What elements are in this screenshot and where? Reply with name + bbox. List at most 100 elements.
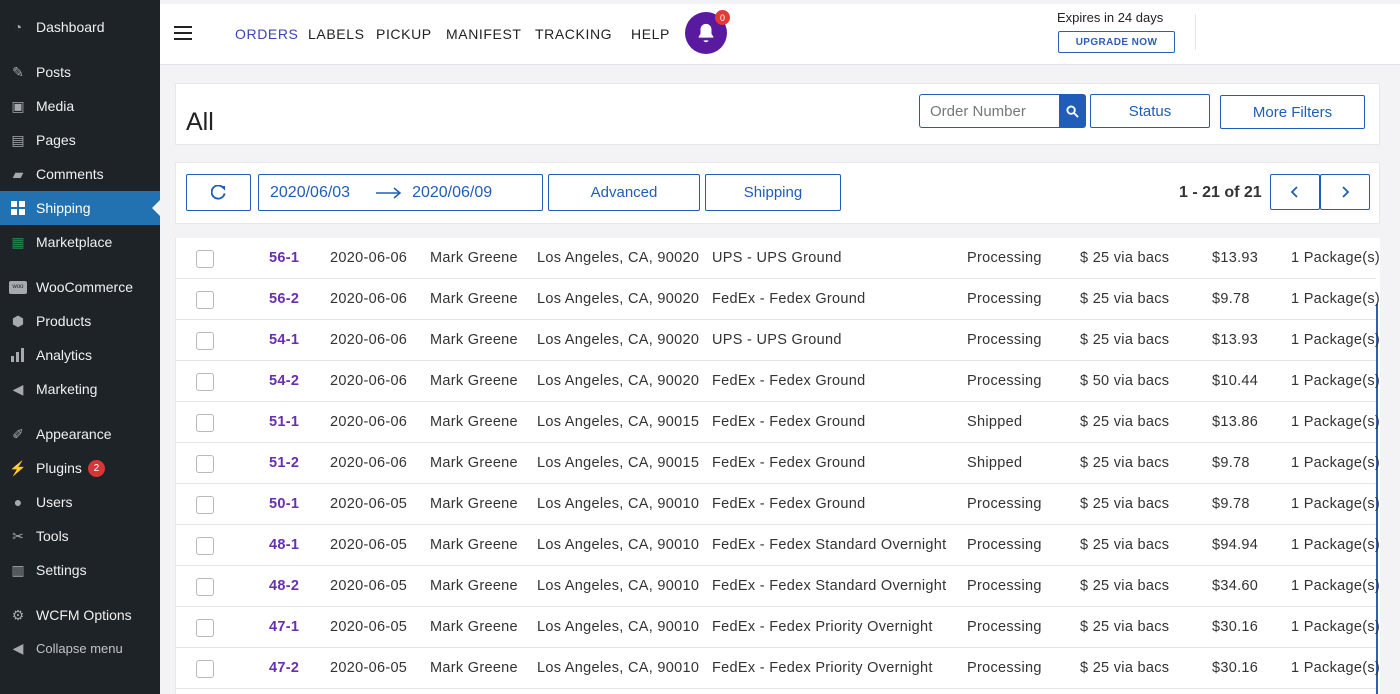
order-id[interactable]: 54-1 [269, 332, 299, 348]
table-row[interactable]: 51-2 2020-06-06 Mark Greene Los Angeles, CA… [176, 443, 1380, 484]
customer-name: Mark Greene [430, 250, 518, 266]
customer-name: Mark Greene [430, 578, 518, 594]
sidebar-item-plugins[interactable]: ⚡ Plugins 2 [0, 451, 160, 485]
sidebar-item-label: Dashboard [36, 19, 105, 35]
sidebar-item-pages[interactable]: ▤ Pages [0, 123, 160, 157]
carrier-service: FedEx - Fedex Ground [712, 291, 866, 307]
status-filter-button[interactable]: Status [1090, 94, 1210, 128]
order-date: 2020-06-06 [330, 455, 408, 471]
prev-page-button[interactable] [1270, 174, 1320, 210]
gear-icon: ⚙ [11, 606, 25, 623]
wrench-icon: ✂ [12, 527, 24, 544]
package-count: 1 Package(s) [1291, 250, 1380, 266]
order-id[interactable]: 48-1 [269, 537, 299, 553]
nav-labels[interactable]: LABELS [308, 26, 365, 42]
sidebar-item-label: Comments [36, 166, 104, 182]
table-row[interactable]: 47-2 2020-06-05 Mark Greene Los Angeles, CA… [176, 648, 1380, 689]
nav-help[interactable]: HELP [631, 26, 670, 42]
sidebar-item-comments[interactable]: ▰ Comments [0, 157, 160, 191]
package-count: 1 Package(s) [1291, 373, 1380, 389]
row-checkbox[interactable] [196, 332, 214, 350]
sidebar-item-dashboard[interactable]: ◔ Dashboard [0, 10, 160, 44]
row-checkbox[interactable] [196, 578, 214, 596]
plug-icon: ⚡ [9, 459, 27, 476]
sidebar-item-label: Pages [36, 132, 76, 148]
sidebar-item-marketplace[interactable]: ▦ Marketplace [0, 225, 160, 259]
customer-name: Mark Greene [430, 373, 518, 389]
table-row[interactable]: 50-1 2020-06-05 Mark Greene Los Angeles, CA… [176, 484, 1380, 525]
order-id[interactable]: 47-2 [269, 660, 299, 676]
sidebar-item-users[interactable]: ● Users [0, 485, 160, 519]
row-checkbox[interactable] [196, 660, 214, 678]
menu-icon[interactable] [174, 26, 192, 40]
sidebar-item-marketing[interactable]: ◀ Marketing [0, 372, 160, 406]
collapse-menu-button[interactable]: ◀ Collapse menu [0, 631, 160, 665]
sidebar-item-label: Settings [36, 562, 87, 578]
sidebar-item-label: Shipping [36, 200, 91, 216]
order-id[interactable]: 48-2 [269, 578, 299, 594]
table-row[interactable]: 56-2 2020-06-06 Mark Greene Los Angeles, CA… [176, 279, 1380, 320]
sidebar-item-appearance[interactable]: ✐ Appearance [0, 417, 160, 451]
table-row[interactable]: 56-1 2020-06-06 Mark Greene Los Angeles, CA… [176, 238, 1380, 279]
refresh-button[interactable] [186, 174, 251, 211]
nav-manifest[interactable]: MANIFEST [446, 26, 522, 42]
row-checkbox[interactable] [196, 455, 214, 473]
more-filters-button[interactable]: More Filters [1220, 95, 1365, 129]
sidebar-item-woocommerce[interactable]: woo WooCommerce [0, 270, 160, 304]
order-date: 2020-06-05 [330, 578, 408, 594]
order-date: 2020-06-05 [330, 619, 408, 635]
order-id[interactable]: 50-1 [269, 496, 299, 512]
marketplace-icon: ▦ [11, 233, 25, 250]
table-row[interactable]: 54-2 2020-06-06 Mark Greene Los Angeles, CA… [176, 361, 1380, 402]
table-row[interactable]: 48-1 2020-06-05 Mark Greene Los Angeles, CA… [176, 525, 1380, 566]
order-number-input[interactable] [919, 94, 1059, 128]
sidebar-item-posts[interactable]: ✎ Posts [0, 55, 160, 89]
carrier-service: FedEx - Fedex Ground [712, 373, 866, 389]
sidebar-item-media[interactable]: ▣ Media [0, 89, 160, 123]
ship-address: Los Angeles, CA, 90015 [537, 455, 700, 471]
box-icon: ⬢ [11, 312, 25, 329]
carrier-service: FedEx - Fedex Standard Overnight [712, 578, 947, 594]
row-checkbox[interactable] [196, 373, 214, 391]
table-row[interactable]: 48-2 2020-06-05 Mark Greene Los Angeles, CA… [176, 566, 1380, 607]
sidebar-item-products[interactable]: ⬢ Products [0, 304, 160, 338]
next-page-button[interactable] [1320, 174, 1370, 210]
order-id[interactable]: 47-1 [269, 619, 299, 635]
shipping-button[interactable]: Shipping [705, 174, 841, 211]
order-id[interactable]: 56-1 [269, 250, 299, 266]
row-checkbox[interactable] [196, 250, 214, 268]
order-id[interactable]: 51-2 [269, 455, 299, 471]
table-row[interactable]: 47-1 2020-06-05 Mark Greene Los Angeles, CA… [176, 607, 1380, 648]
pages-icon: ▤ [11, 131, 25, 148]
sidebar-item-tools[interactable]: ✂ Tools [0, 519, 160, 553]
chevron-right-icon [1342, 186, 1350, 198]
row-checkbox[interactable] [196, 496, 214, 514]
sidebar-item-shipping[interactable]: Shipping [0, 191, 160, 225]
order-status: Shipped [967, 414, 1023, 430]
sidebar-item-analytics[interactable]: Analytics [0, 338, 160, 372]
sidebar-item-settings[interactable]: ▥ Settings [0, 553, 160, 587]
sidebar-item-wcfm-options[interactable]: ⚙ WCFM Options [0, 598, 160, 632]
search-button[interactable] [1059, 94, 1086, 128]
nav-tracking[interactable]: TRACKING [535, 26, 612, 42]
table-row[interactable]: 54-1 2020-06-06 Mark Greene Los Angeles, CA… [176, 320, 1380, 361]
shipping-cost: $30.16 [1212, 660, 1259, 676]
upgrade-now-button[interactable]: UPGRADE NOW [1058, 31, 1175, 53]
order-id[interactable]: 54-2 [269, 373, 299, 389]
nav-pickup[interactable]: PICKUP [376, 26, 432, 42]
customer-name: Mark Greene [430, 496, 518, 512]
row-checkbox[interactable] [196, 619, 214, 637]
order-id[interactable]: 51-1 [269, 414, 299, 430]
order-id[interactable]: 56-2 [269, 291, 299, 307]
date-range-picker[interactable]: 2020/06/03 2020/06/09 [258, 174, 543, 211]
nav-orders[interactable]: ORDERS [235, 26, 299, 42]
sidebar-item-label: Plugins [36, 460, 82, 476]
row-checkbox[interactable] [196, 414, 214, 432]
brush-icon: ✐ [12, 425, 24, 442]
customer-name: Mark Greene [430, 537, 518, 553]
row-checkbox[interactable] [196, 291, 214, 309]
advanced-button[interactable]: Advanced [548, 174, 700, 211]
row-checkbox[interactable] [196, 537, 214, 555]
table-row[interactable]: 51-1 2020-06-06 Mark Greene Los Angeles, CA… [176, 402, 1380, 443]
payment: $ 50 via bacs [1080, 373, 1170, 389]
